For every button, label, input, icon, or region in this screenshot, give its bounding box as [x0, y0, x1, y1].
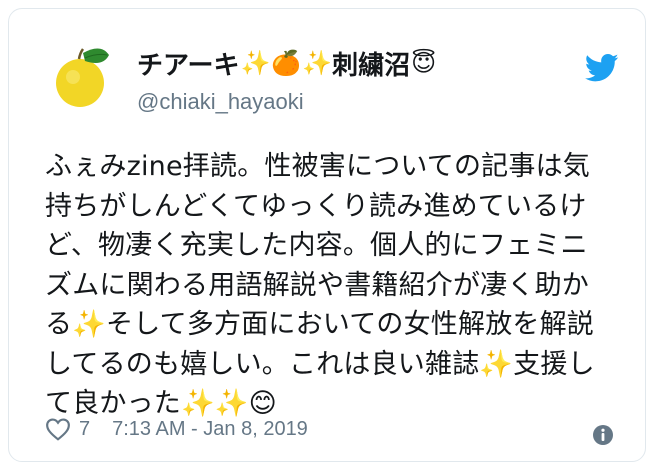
like-count[interactable]: 7	[79, 418, 90, 441]
twitter-bird-icon[interactable]	[585, 53, 619, 83]
tweet-text: ふぇみzine拝読。性被害についての記事は気 持ちがしんどくてゆっくり読み進めて…	[45, 147, 645, 424]
tweet-text-line: ふぇみzine拝読。性被害についての記事は気	[45, 151, 590, 182]
tweet-text-line: る✨そして多方面においての女性解放を解説	[45, 309, 594, 340]
tweet-text-line: してるのも嬉しい。これは良い雑誌✨支援し	[45, 348, 595, 380]
display-name-text: チアーキ	[137, 50, 240, 80]
user-handle[interactable]: @chiaki_hayaoki	[137, 89, 304, 115]
timestamp[interactable]: 7:13 AM - Jan 8, 2019	[112, 418, 308, 441]
avatar[interactable]	[47, 41, 117, 111]
tweet-text-line: ど、物凄く充実した内容。個人的にフェミニ	[45, 230, 588, 261]
tweet-card: チアーキ ✨ 🍊 ✨ 刺繍沼 😇 @chiaki_hayaoki ふぇみzine…	[8, 8, 646, 462]
heart-icon[interactable]	[45, 417, 71, 441]
display-name-suffix: 刺繍沼	[332, 50, 411, 80]
sparkles-emoji: ✨	[240, 50, 271, 77]
halo-face-emoji: 😇	[411, 50, 437, 77]
tweet-text-line: 持ちがしんどくてゆっくり読み進めているけ	[45, 190, 587, 222]
display-name[interactable]: チアーキ ✨ 🍊 ✨ 刺繍沼 😇	[137, 45, 436, 82]
tweet-footer: 7 7:13 AM - Jan 8, 2019	[45, 417, 308, 441]
tangerine-emoji: 🍊	[271, 50, 302, 77]
info-icon[interactable]	[591, 423, 615, 447]
tweet-text-line: ズムに関わる用語解説や書籍紹介が凄く助か	[45, 269, 589, 301]
sparkles-emoji: ✨	[302, 50, 333, 77]
